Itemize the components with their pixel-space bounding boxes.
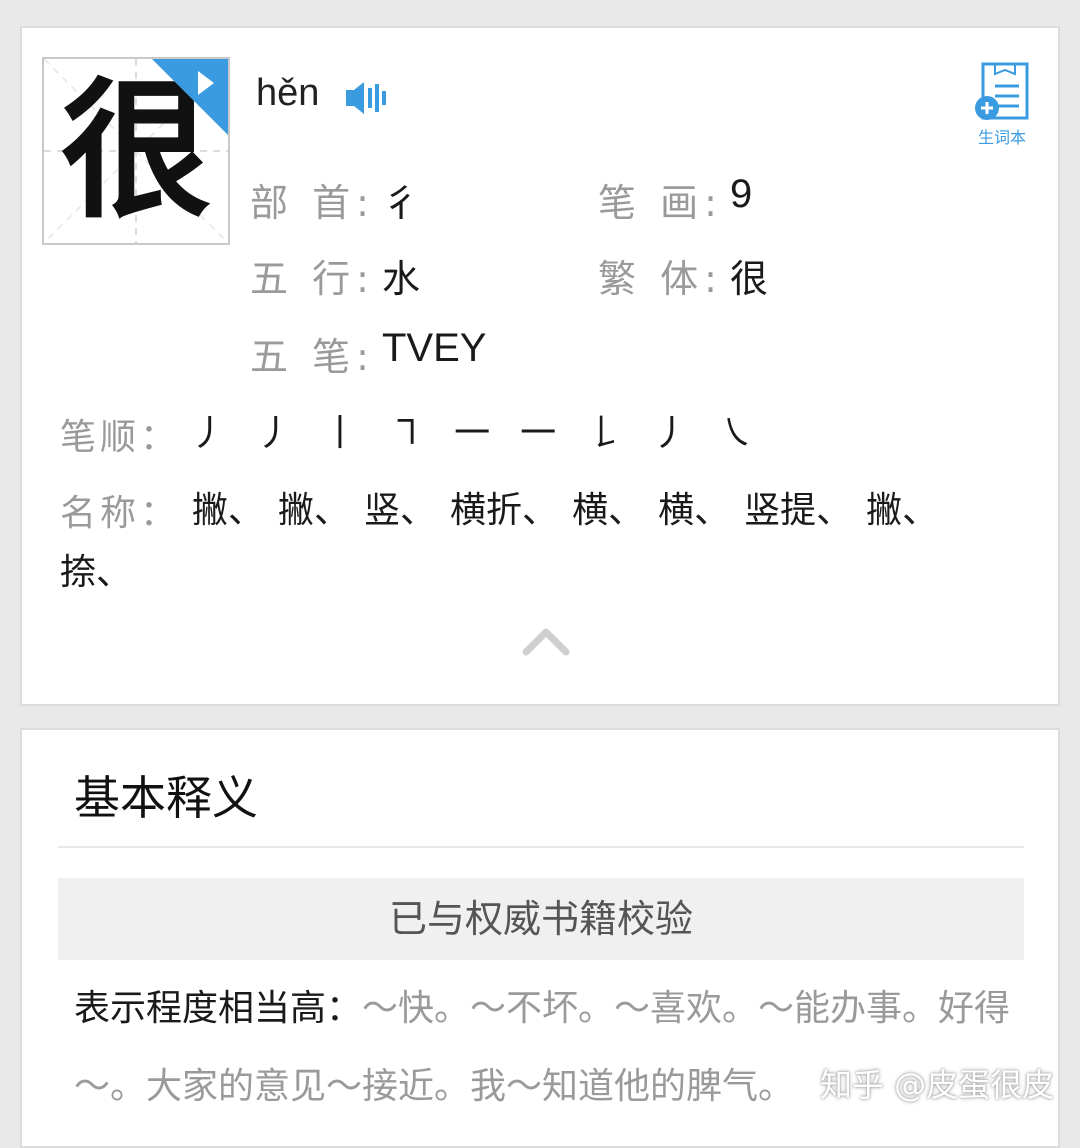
verified-banner: 已与权威书籍校验 bbox=[58, 878, 1024, 960]
vocab-book-add-icon bbox=[975, 62, 1029, 120]
wuxing-label: 五 行: bbox=[250, 257, 375, 301]
stroke-glyph: 丿 bbox=[256, 413, 293, 454]
radical-value: 彳 bbox=[382, 181, 421, 225]
stroke-glyph: 一 bbox=[520, 413, 557, 454]
vocab-book-label: 生词本 bbox=[977, 128, 1026, 147]
character-stroke-box[interactable]: 很 bbox=[42, 57, 230, 245]
section-title: 基本释义 bbox=[74, 771, 258, 825]
stroke-name: 横、 bbox=[658, 490, 731, 531]
pinyin: hěn bbox=[256, 72, 320, 114]
wubi-value: TVEY bbox=[382, 326, 487, 370]
character-card: 很 hěn 生词本 部 首: 彳 笔 画: 9 五 行: 水 繁 体: 很 五 … bbox=[20, 26, 1060, 706]
stroke-name: 竖提、 bbox=[744, 490, 853, 531]
stroke-count-label: 笔 画: bbox=[598, 181, 723, 225]
stroke-count-value: 9 bbox=[730, 172, 753, 216]
chevron-up-icon[interactable] bbox=[522, 626, 570, 656]
wubi-label: 五 笔: bbox=[250, 335, 375, 379]
stroke-name: 横折、 bbox=[450, 490, 559, 531]
stroke-glyph: 丨 bbox=[322, 413, 359, 454]
stroke-name: 撇、 bbox=[866, 490, 939, 531]
stroke-order-list: 丿丿丨㇕一一 𠄌 丿㇏ bbox=[190, 404, 784, 456]
stroke-glyph: 𠄌 bbox=[586, 413, 623, 454]
play-corner-icon[interactable] bbox=[152, 59, 228, 135]
stroke-name: 撇、 bbox=[278, 490, 351, 531]
traditional-value: 很 bbox=[730, 257, 769, 301]
vocab-book-button[interactable]: 生词本 bbox=[970, 62, 1034, 148]
watermark: 知乎 @皮蛋很皮 bbox=[820, 1066, 1055, 1104]
stroke-order-label: 笔顺： bbox=[60, 417, 181, 458]
divider bbox=[58, 846, 1024, 848]
stroke-name: 竖、 bbox=[364, 490, 437, 531]
stroke-glyph: 丿 bbox=[652, 413, 689, 454]
stroke-name: 捺、 bbox=[60, 552, 133, 593]
speaker-icon[interactable] bbox=[344, 78, 388, 118]
wuxing-value: 水 bbox=[382, 257, 421, 301]
stroke-name: 横、 bbox=[572, 490, 645, 531]
traditional-label: 繁 体: bbox=[598, 257, 723, 301]
stroke-name: 撇、 bbox=[192, 490, 265, 531]
stroke-glyph: 一 bbox=[454, 413, 491, 454]
stroke-names-list: 撇、 撇、 竖、 横折、 横、 横、 竖提、 撇、捺、 bbox=[60, 480, 1020, 604]
definition-lead: 表示程度相当高： bbox=[74, 988, 363, 1029]
stroke-glyph: ㇏ bbox=[718, 413, 755, 454]
stroke-glyph: ㇕ bbox=[388, 413, 425, 454]
radical-label: 部 首: bbox=[250, 181, 375, 225]
stroke-glyph: 丿 bbox=[190, 413, 227, 454]
